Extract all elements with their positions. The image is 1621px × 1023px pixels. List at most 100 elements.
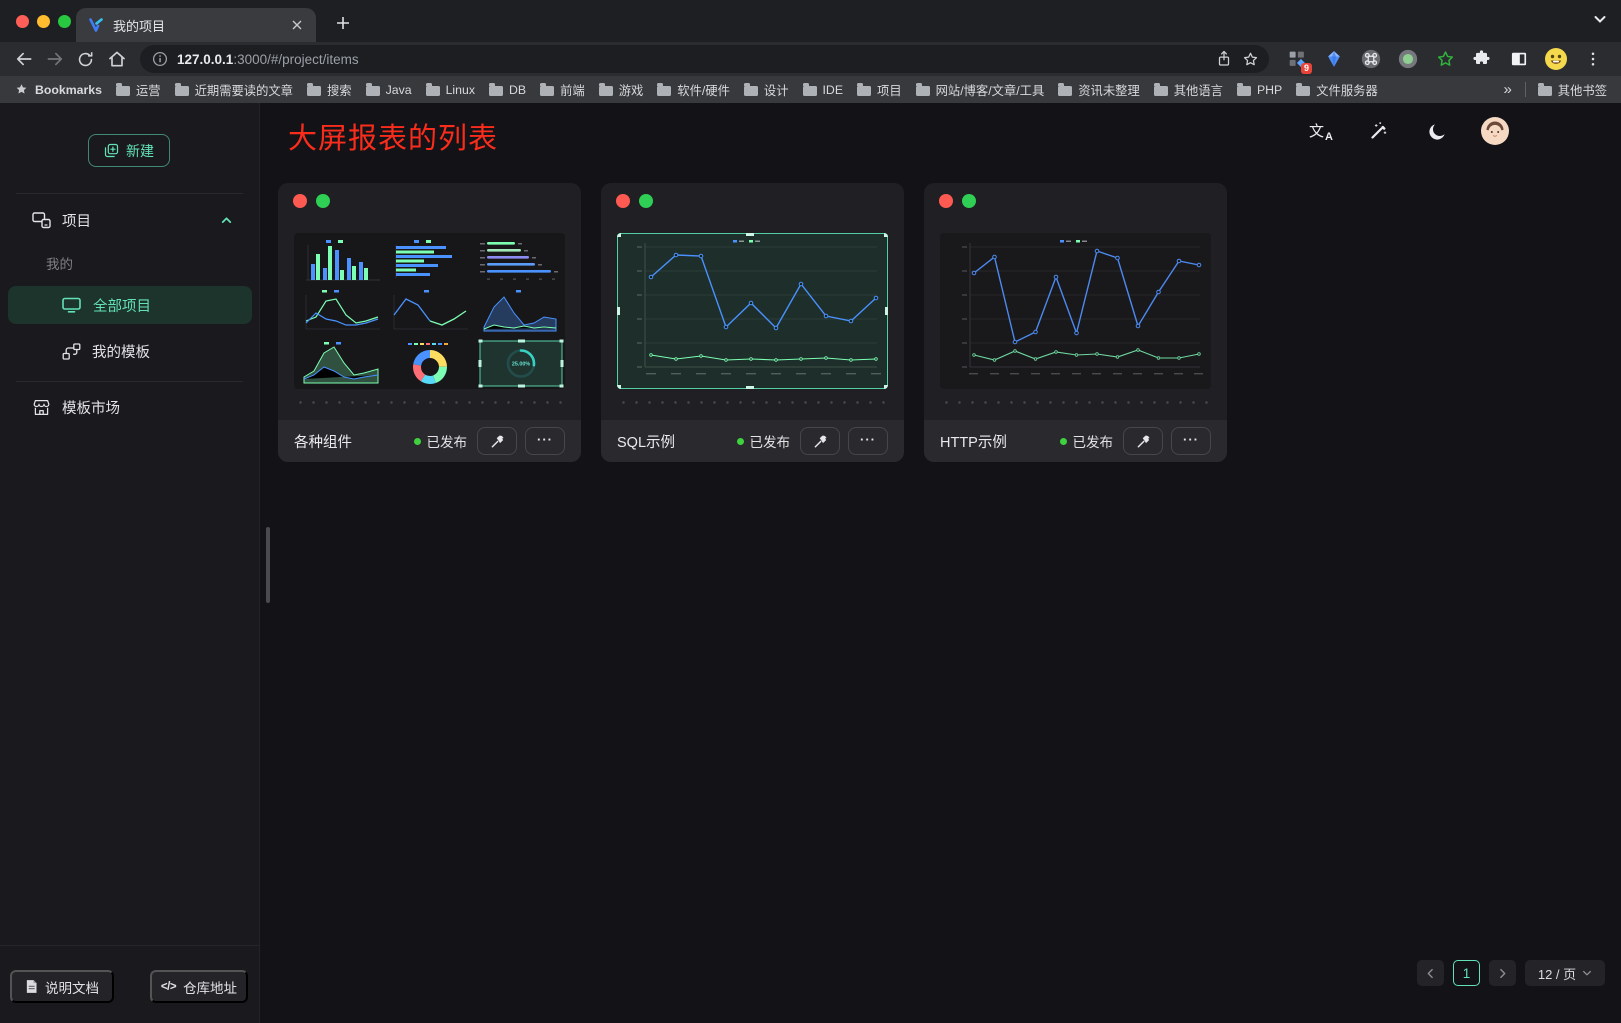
- edit-button[interactable]: [477, 427, 517, 455]
- repo-button[interactable]: </> 仓库地址: [150, 970, 248, 1003]
- sidebar-item-my-templates[interactable]: 我的模板: [0, 332, 259, 370]
- reload-icon[interactable]: [72, 46, 99, 73]
- tab-search-chevron-icon[interactable]: [1593, 12, 1607, 26]
- bookmarks-separator: [1525, 82, 1526, 97]
- folder-icon: [540, 86, 554, 96]
- close-window-button[interactable]: [16, 15, 29, 28]
- dotted-separator: [940, 401, 1211, 404]
- bookmarks-overflow-chevrons[interactable]: »: [1503, 81, 1512, 98]
- extension-command-icon[interactable]: [1359, 47, 1383, 71]
- minimize-window-button[interactable]: [37, 15, 50, 28]
- bookmark-folder[interactable]: 搜索: [307, 81, 352, 99]
- docs-button[interactable]: 说明文档: [10, 970, 114, 1003]
- extension-grid-icon[interactable]: 9: [1285, 47, 1309, 71]
- browser-tab[interactable]: 我的项目: [76, 8, 316, 42]
- chevron-right-icon: [1497, 968, 1508, 979]
- more-button[interactable]: ···: [848, 427, 888, 455]
- extension-gem-icon[interactable]: [1322, 47, 1346, 71]
- folder-icon: [1296, 86, 1310, 96]
- menu-kebab-icon[interactable]: [1581, 47, 1605, 71]
- pagination-prev-button[interactable]: [1417, 960, 1444, 986]
- forward-icon[interactable]: [41, 46, 68, 73]
- bookmark-folder[interactable]: 设计: [744, 81, 789, 99]
- card-thumbnail[interactable]: 25.00%: [294, 233, 565, 389]
- bookmark-folder[interactable]: 其他语言: [1154, 81, 1223, 99]
- avatar[interactable]: [1481, 117, 1509, 145]
- scrollbar-thumb[interactable]: [266, 527, 270, 603]
- chevron-up-icon[interactable]: [220, 214, 233, 227]
- bookmark-folder[interactable]: 游戏: [599, 81, 644, 99]
- edit-button[interactable]: [1123, 427, 1163, 455]
- card-footer: SQL示例 已发布 ···: [601, 420, 904, 462]
- bookmark-folder[interactable]: Java: [366, 83, 412, 97]
- folder-icon: [1237, 86, 1251, 96]
- translate-icon[interactable]: 文A: [1307, 117, 1335, 145]
- browser-titlebar: 我的项目: [0, 0, 1621, 42]
- sidebar-section-project[interactable]: 项目: [0, 202, 259, 238]
- bookmark-folder[interactable]: 近期需要读的文章: [175, 81, 293, 99]
- pagination-current-page[interactable]: 1: [1453, 960, 1480, 986]
- bookmark-item-root[interactable]: Bookmarks: [14, 82, 102, 97]
- tab-favicon: [88, 17, 104, 33]
- info-icon[interactable]: [152, 51, 168, 67]
- bookmark-folder[interactable]: 网站/博客/文章/工具: [916, 81, 1045, 99]
- dotted-separator: [294, 401, 565, 404]
- card-dot-green: [639, 194, 653, 208]
- new-tab-button[interactable]: [330, 10, 356, 36]
- card-title: HTTP示例: [940, 431, 1007, 452]
- new-project-button[interactable]: 新建: [88, 134, 170, 167]
- card-thumbnail[interactable]: [940, 233, 1211, 389]
- bookmark-folder[interactable]: 软件/硬件: [657, 81, 730, 99]
- sidebar-item-all-projects[interactable]: 全部项目: [8, 286, 252, 324]
- bookmark-folder[interactable]: DB: [489, 83, 526, 97]
- code-icon: </>: [161, 981, 176, 993]
- status-dot: [414, 438, 421, 445]
- card-title: 各种组件: [294, 431, 352, 452]
- extension-green-star-icon[interactable]: [1433, 47, 1457, 71]
- card-thumbnail[interactable]: [617, 233, 888, 389]
- omnibox[interactable]: 127.0.0.1:3000/#/project/items: [140, 45, 1269, 73]
- project-icon: [32, 212, 51, 229]
- folder-icon: [116, 86, 130, 96]
- bookmark-folder[interactable]: 前端: [540, 81, 585, 99]
- bookmark-folder[interactable]: 运营: [116, 81, 161, 99]
- extension-smiley-avatar[interactable]: [1544, 47, 1568, 71]
- bookmark-folder[interactable]: Linux: [426, 83, 475, 97]
- share-icon[interactable]: [1210, 46, 1237, 73]
- group-label-my: 我的: [46, 253, 73, 273]
- moon-icon[interactable]: [1423, 117, 1451, 145]
- page-size-select[interactable]: 12 / 页: [1525, 960, 1605, 986]
- card-dot-red: [939, 194, 953, 208]
- card-dot-green: [316, 194, 330, 208]
- chevron-down-icon: [1582, 968, 1592, 978]
- bookmark-folder[interactable]: PHP: [1237, 83, 1282, 97]
- bookmark-star-icon[interactable]: [1237, 46, 1264, 73]
- header-icons: 文A: [1307, 117, 1509, 145]
- home-icon[interactable]: [103, 46, 130, 73]
- app-window: 新建 项目 我的 全部项目 我的模板: [0, 103, 1621, 1023]
- bookmark-other-bookmarks[interactable]: 其他书签: [1538, 81, 1607, 99]
- extensions-puzzle-icon[interactable]: [1470, 47, 1494, 71]
- tab-close-icon[interactable]: [288, 16, 306, 34]
- edit-button[interactable]: [800, 427, 840, 455]
- pagination-next-button[interactable]: [1489, 960, 1516, 986]
- more-button[interactable]: ···: [1171, 427, 1211, 455]
- ellipsis-icon: ···: [860, 433, 876, 446]
- bookmark-folder[interactable]: 项目: [857, 81, 902, 99]
- more-button[interactable]: ···: [525, 427, 565, 455]
- extension-badge: 9: [1301, 63, 1312, 74]
- bookmark-folder[interactable]: IDE: [803, 83, 844, 97]
- main-content: 大屏报表的列表 文A: [260, 103, 1621, 1023]
- zoom-window-button[interactable]: [58, 15, 71, 28]
- back-icon[interactable]: [10, 46, 37, 73]
- card-footer: HTTP示例 已发布 ···: [924, 420, 1227, 462]
- extension-record-icon[interactable]: [1396, 47, 1420, 71]
- folder-icon: [426, 86, 440, 96]
- bookmark-folder[interactable]: 资讯未整理: [1058, 81, 1140, 99]
- bookmark-folder[interactable]: 文件服务器: [1296, 81, 1378, 99]
- folder-icon: [599, 86, 613, 96]
- chevron-left-icon: [1425, 968, 1436, 979]
- sidebar-item-template-market[interactable]: 模板市场: [0, 389, 259, 425]
- magic-wand-icon[interactable]: [1365, 117, 1393, 145]
- extension-sidepanel-icon[interactable]: [1507, 47, 1531, 71]
